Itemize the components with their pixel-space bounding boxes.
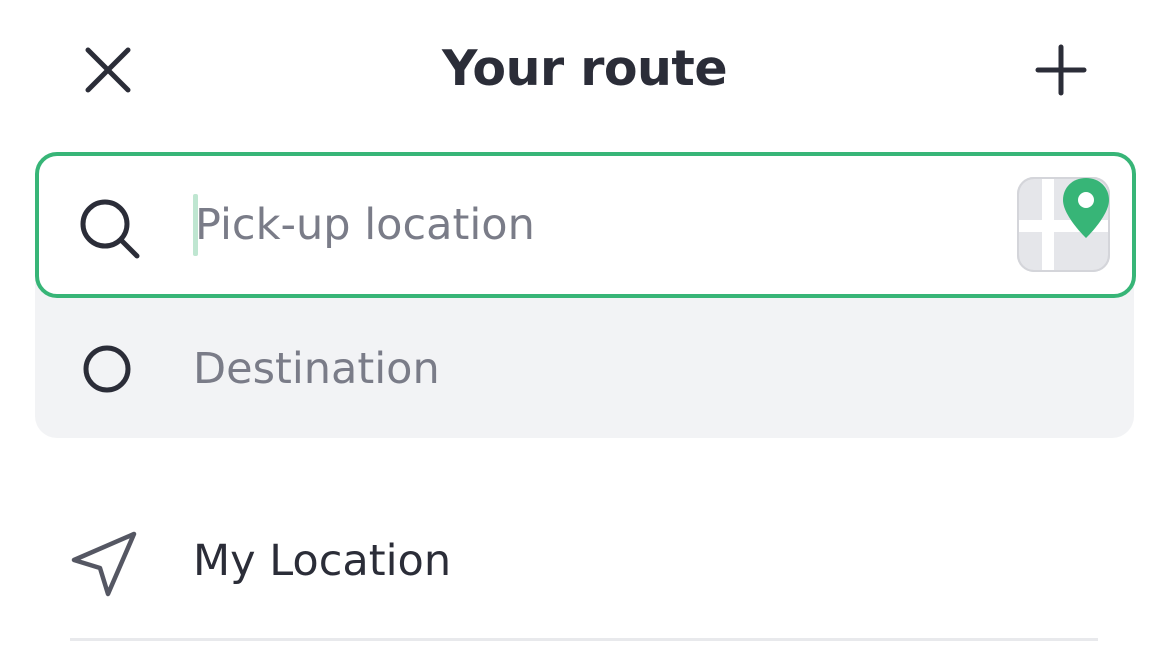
- map-pin-icon: [1017, 177, 1110, 272]
- destination-placeholder: Destination: [193, 344, 440, 394]
- navigation-arrow-icon: [71, 531, 137, 597]
- circle-icon: [83, 345, 131, 393]
- destination-field[interactable]: Destination: [35, 298, 1134, 438]
- route-screen: Your route Pick-up location Destination …: [0, 0, 1169, 657]
- divider: [70, 638, 1098, 641]
- pickup-input[interactable]: [195, 190, 995, 260]
- header: Your route: [0, 0, 1169, 140]
- pick-on-map-button[interactable]: [1016, 176, 1111, 273]
- pickup-field[interactable]: [35, 152, 1136, 298]
- my-location-label: My Location: [193, 536, 452, 586]
- page-title: Your route: [441, 40, 728, 97]
- add-stop-button[interactable]: [1024, 34, 1098, 106]
- search-icon: [80, 199, 140, 259]
- plus-icon: [1035, 44, 1087, 96]
- my-location-item[interactable]: My Location: [70, 510, 1100, 620]
